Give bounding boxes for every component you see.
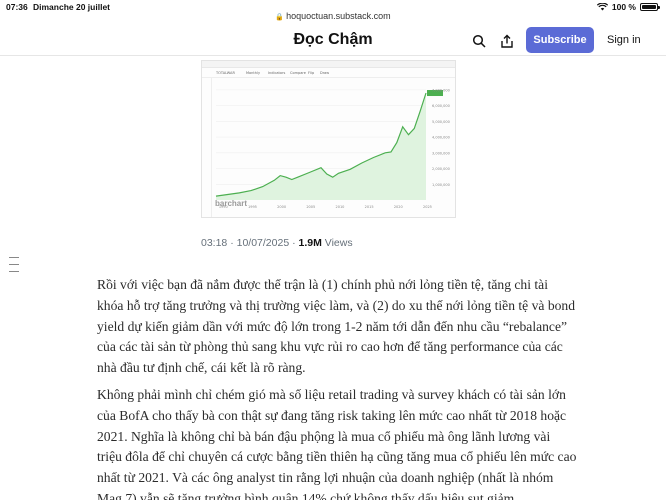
chart-toolbar-item: Monthly [246, 71, 261, 75]
subscribe-button[interactable]: Subscribe [526, 27, 594, 53]
toc-line [9, 264, 19, 265]
toc-line [9, 257, 19, 258]
tweet-views-label: Views [321, 237, 353, 249]
chart-symbol: TOTALWAR [216, 71, 235, 75]
article-paragraph: Không phải mình chỉ chém gió mà số liệu … [97, 387, 577, 500]
chart-watermark: barchart [215, 199, 248, 208]
chart-y-tick-label: 7,000,000 [432, 88, 450, 92]
url-bar[interactable]: 🔒 hoquoctuan.substack.com [0, 11, 666, 25]
chart-toolbar-item: Flip [308, 71, 315, 75]
chart-y-tick-label: 3,000,000 [432, 151, 450, 155]
chart-x-tick-label: 1995 [248, 205, 257, 209]
lock-icon: 🔒 [275, 14, 285, 21]
tweet-views-count: 1.9M [298, 237, 322, 249]
search-icon[interactable] [471, 33, 487, 49]
chart-toolbar-item: Draw [320, 71, 330, 75]
chart-top-strip [202, 61, 455, 68]
chart-y-tick-label: 4,000,000 [432, 136, 450, 140]
chart-x-tick-label: 2015 [365, 205, 374, 209]
signin-button[interactable]: Sign in [607, 34, 641, 46]
battery-icon [640, 3, 660, 11]
chart-drawing-sidebar [202, 78, 212, 217]
chart-toolbar-item: Indicators [268, 71, 286, 75]
chart-y-tick-label: 2,000,000 [432, 167, 450, 171]
url-text: hoquoctuan.substack.com [286, 11, 391, 21]
chart-plot: 7,000,000 6,000,000 5,000,000 4,000,000 3,00… [215, 88, 450, 209]
chart-y-tick-label: 6,000,000 [432, 104, 450, 108]
toc-line [9, 271, 19, 272]
chart-toolbar-item: Compare [290, 71, 306, 75]
chart-x-tick-label: 2020 [394, 205, 403, 209]
share-icon[interactable] [499, 33, 515, 49]
chart-toolbar: TOTALWAR Monthly Indicators Compare Flip… [202, 68, 455, 78]
chart-y-tick-label: 5,000,000 [432, 120, 450, 124]
chart-x-tick-label: 2005 [306, 205, 315, 209]
chart-x-tick-label: 2000 [277, 205, 286, 209]
tweet-meta: 03:18 · 10/07/2025 · 1.9M Views [201, 237, 353, 249]
article-paragraph: Rồi với việc bạn đã nắm được thế trận là… [97, 277, 576, 376]
chart-x-tick-label: 2025 [423, 205, 432, 209]
site-header: Đọc Chậm Subscribe Sign in [0, 26, 666, 56]
embedded-chart-image[interactable]: TOTALWAR Monthly Indicators Compare Flip… [201, 60, 456, 218]
chart-x-tick-label: 2010 [336, 205, 345, 209]
chart-y-tick-label: 1,000,000 [432, 183, 450, 187]
wifi-icon [596, 3, 608, 11]
tweet-timestamp: 03:18 · 10/07/2025 · [201, 237, 299, 249]
